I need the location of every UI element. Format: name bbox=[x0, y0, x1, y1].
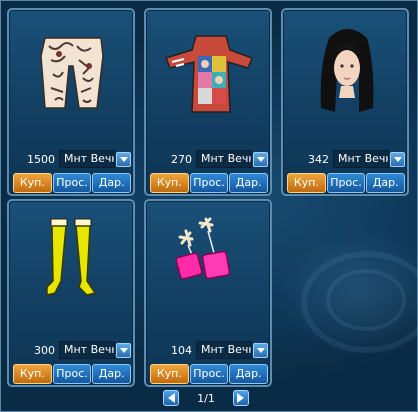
item-card: 270 Мнт Вечн Куп. Прос. Дар. bbox=[144, 8, 272, 196]
buy-button[interactable]: Куп. bbox=[150, 364, 189, 384]
shop-panel: 1500 Мнт Вечн Куп. Прос. Дар. 270 Мнт Ве… bbox=[0, 0, 418, 412]
buy-button[interactable]: Куп. bbox=[13, 173, 52, 193]
item-price: 1500 bbox=[27, 152, 55, 166]
arrow-right-icon bbox=[237, 393, 245, 403]
arrow-left-icon bbox=[167, 393, 175, 403]
item-card: 342 Мнт Вечн Куп. Прос. Дар. bbox=[281, 8, 409, 196]
chevron-down-icon bbox=[393, 156, 402, 162]
item-price: 270 bbox=[171, 152, 192, 166]
preview-button[interactable]: Прос. bbox=[189, 364, 229, 384]
black-hair-icon[interactable] bbox=[289, 16, 403, 144]
gift-button[interactable]: Дар. bbox=[229, 364, 269, 384]
page-indicator: 1/1 bbox=[197, 391, 215, 405]
preview-button[interactable]: Прос. bbox=[52, 173, 92, 193]
chevron-down-icon bbox=[119, 347, 128, 353]
preview-button[interactable]: Прос. bbox=[52, 364, 92, 384]
duration-select[interactable]: Мнт Вечн bbox=[59, 150, 115, 168]
gift-button[interactable]: Дар. bbox=[229, 173, 269, 193]
buy-button[interactable]: Куп. bbox=[13, 364, 52, 384]
chevron-down-icon bbox=[256, 347, 265, 353]
pop-art-dress-icon[interactable] bbox=[152, 16, 266, 144]
preview-button[interactable]: Прос. bbox=[326, 173, 366, 193]
duration-dropdown-button[interactable] bbox=[116, 151, 131, 167]
chevron-down-icon bbox=[119, 156, 128, 162]
next-page-button[interactable] bbox=[232, 390, 249, 406]
item-price: 104 bbox=[171, 343, 192, 357]
buy-button[interactable]: Куп. bbox=[150, 173, 189, 193]
pagination: 1/1 bbox=[163, 388, 249, 408]
chevron-down-icon bbox=[256, 156, 265, 162]
duration-dropdown-button[interactable] bbox=[253, 151, 268, 167]
item-card: 1500 Мнт Вечн Куп. Прос. Дар. bbox=[7, 8, 135, 196]
gift-button[interactable]: Дар. bbox=[92, 364, 132, 384]
item-card: 104 Мнт Вечн Куп. Прос. Дар. bbox=[144, 199, 272, 387]
duration-select[interactable]: Мнт Вечн bbox=[59, 341, 115, 359]
buy-button[interactable]: Куп. bbox=[287, 173, 326, 193]
duration-select[interactable]: Мнт Вечн bbox=[196, 341, 252, 359]
previous-page-button[interactable] bbox=[163, 390, 179, 406]
item-price: 300 bbox=[34, 343, 55, 357]
tattooed-pants-icon[interactable] bbox=[15, 16, 129, 144]
duration-dropdown-button[interactable] bbox=[253, 342, 268, 358]
duration-select[interactable]: Мнт Вечн bbox=[333, 150, 389, 168]
background-ring-decoration bbox=[326, 269, 406, 331]
duration-dropdown-button[interactable] bbox=[116, 342, 131, 358]
item-card: 300 Мнт Вечн Куп. Прос. Дар. bbox=[7, 199, 135, 387]
item-price: 342 bbox=[308, 152, 329, 166]
preview-button[interactable]: Прос. bbox=[189, 173, 229, 193]
pink-earrings-icon[interactable] bbox=[152, 207, 266, 335]
gift-button[interactable]: Дар. bbox=[92, 173, 132, 193]
duration-select[interactable]: Мнт Вечн bbox=[196, 150, 252, 168]
yellow-stockings-icon[interactable] bbox=[15, 207, 129, 335]
gift-button[interactable]: Дар. bbox=[366, 173, 406, 193]
duration-dropdown-button[interactable] bbox=[390, 151, 405, 167]
